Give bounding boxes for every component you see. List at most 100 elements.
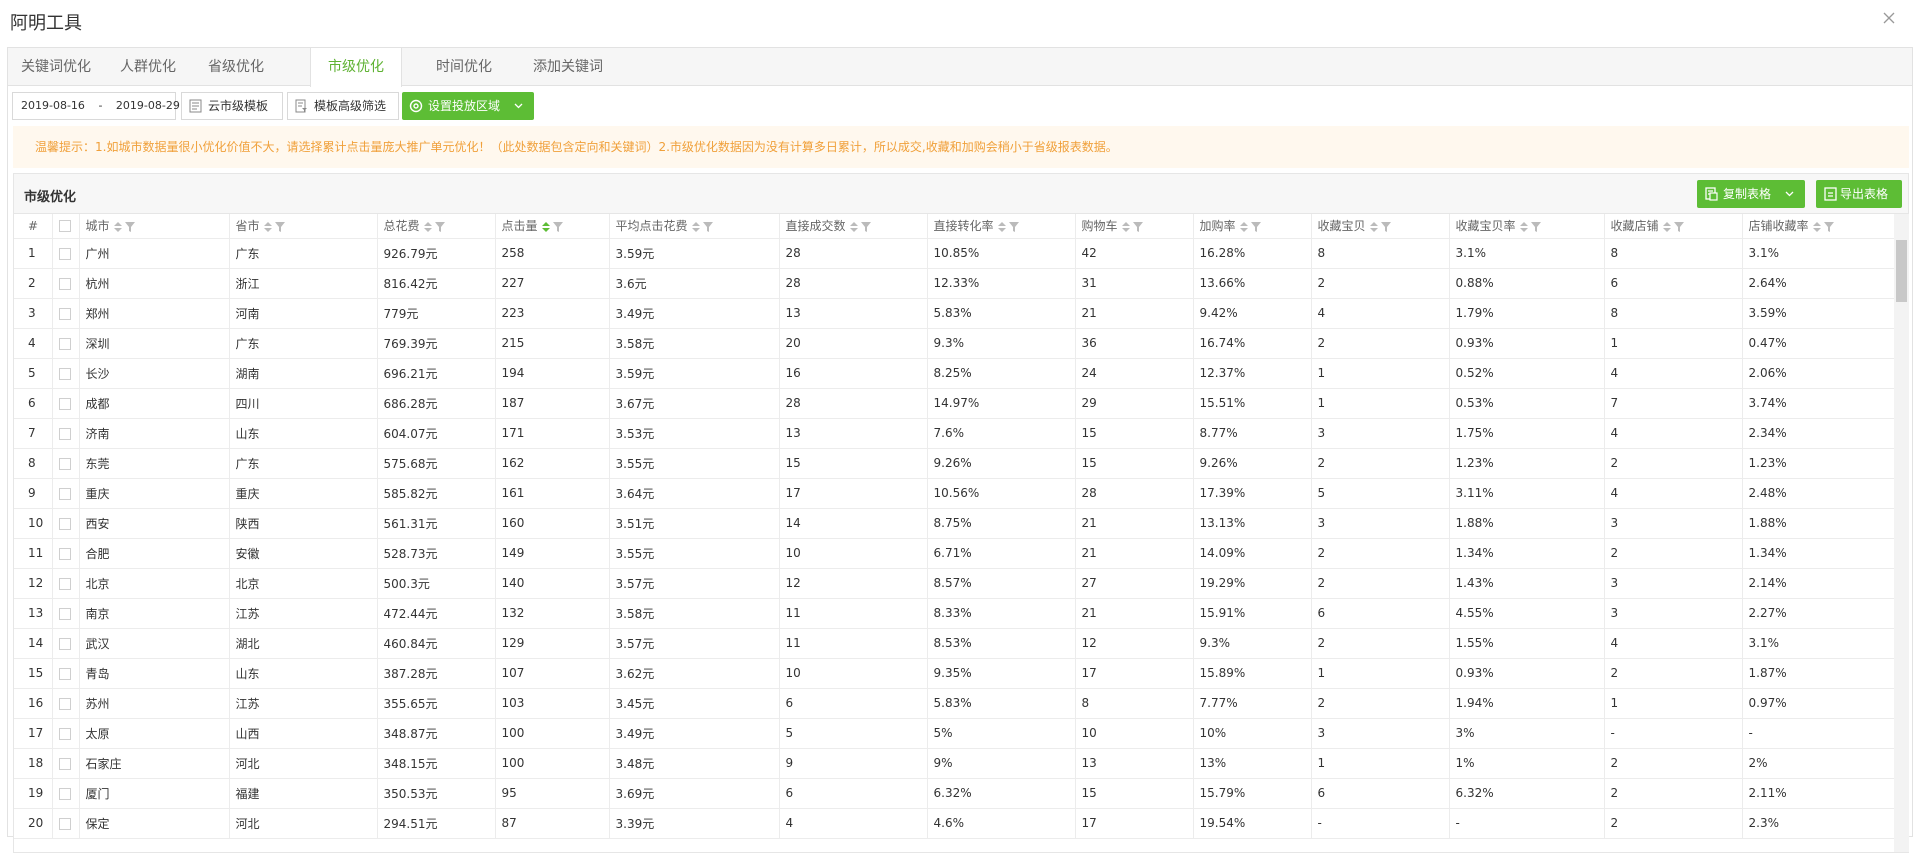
row-checkbox[interactable] [58,787,71,800]
table-row[interactable]: 6 成都 四川 686.28元 187 3.67元 28 14.97% 29 15.51% 1 0.5… [14,388,1895,419]
row-checkbox[interactable] [58,637,71,650]
table-row[interactable]: 8 东莞 广东 575.68元 162 3.55元 15 9.26% 15 9.26% 2 1.23%… [14,448,1895,479]
col-header-label[interactable]: 直接转化率 [934,219,994,233]
set-region-button[interactable]: 设置投放区域 [402,92,534,120]
table-row[interactable]: 15 青岛 山东 387.28元 107 3.62元 10 9.35% 17 15.89% 1 0.9… [14,658,1895,689]
table-row[interactable]: 10 西安 陕西 561.31元 160 3.51元 14 8.75% 21 13.13% 3 1.8… [14,508,1895,539]
sort-icon[interactable] [1519,221,1528,232]
advanced-filter-button[interactable]: 模板高级筛选 [287,92,399,120]
row-checkbox[interactable] [58,487,71,500]
row-checkbox[interactable] [58,307,71,320]
table-row[interactable]: 19 厦门 福建 350.53元 95 3.69元 6 6.32% 15 15.79% 6 6.32%… [14,778,1895,809]
tab-province-optimize[interactable]: 省级优化 [192,48,280,86]
table-row[interactable]: 20 保定 河北 294.51元 87 3.39元 4 4.6% 17 19.54% - -2 2.3% [14,808,1895,839]
col-header-label[interactable]: 平均点击花费 [616,219,688,233]
row-checkbox[interactable] [58,247,71,260]
row-checkbox[interactable] [58,667,71,680]
sort-icon[interactable] [1369,221,1378,232]
table-cell: 575.68元 [377,448,496,479]
tab-keyword-optimize[interactable]: 关键词优化 [8,48,104,86]
table-row[interactable]: 11 合肥 安徽 528.73元 149 3.55元 10 6.71% 21 14.09% 2 1.3… [14,538,1895,569]
col-header-label[interactable]: 总花费 [384,219,420,233]
row-select-cell [52,268,80,299]
select-all-checkbox[interactable] [58,220,71,233]
col-header-label[interactable]: 点击量 [502,219,538,233]
filter-icon[interactable] [1380,221,1391,232]
sort-icon[interactable] [1662,221,1671,232]
scrollbar-thumb[interactable] [1896,240,1907,302]
tab-add-keyword[interactable]: 添加关键词 [518,48,618,86]
sort-icon[interactable] [541,221,550,232]
table-row[interactable]: 9 重庆 重庆 585.82元 161 3.64元 17 10.56% 28 17.39% 5 3.1… [14,478,1895,509]
close-icon[interactable] [1881,10,1897,26]
date-range-picker[interactable]: 2019-08-16 - 2019-08-29 [12,92,180,120]
filter-icon[interactable] [702,221,713,232]
row-checkbox[interactable] [58,817,71,830]
filter-icon[interactable] [1008,221,1019,232]
sort-icon[interactable] [263,221,272,232]
sort-icon[interactable] [1812,221,1821,232]
filter-icon[interactable] [1530,221,1541,232]
row-checkbox[interactable] [58,517,71,530]
row-checkbox[interactable] [58,757,71,770]
row-checkbox[interactable] [58,427,71,440]
col-header-label[interactable]: 加购率 [1200,219,1236,233]
tab-time-optimize[interactable]: 时间优化 [424,48,504,86]
table-row[interactable]: 12 北京 北京 500.3元 140 3.57元 12 8.57% 27 19.29% 2 1.43… [14,568,1895,599]
table-row[interactable]: 4 深圳 广东 769.39元 215 3.58元 20 9.3% 36 16.74% 2 0.93%… [14,328,1895,359]
sort-icon[interactable] [997,221,1006,232]
vertical-scrollbar[interactable] [1894,214,1909,852]
export-table-button[interactable]: 导出表格 [1816,180,1902,208]
filter-icon[interactable] [552,221,563,232]
table-row[interactable]: 18 石家庄 河北 348.15元 100 3.48元 9 9% 13 13% 1 1% 2 2% [14,748,1895,779]
table-row[interactable]: 17 太原 山西 348.87元 100 3.49元 5 5% 10 10% 3 3% - - [14,718,1895,749]
row-checkbox[interactable] [58,697,71,710]
row-checkbox[interactable] [58,397,71,410]
row-checkbox[interactable] [58,457,71,470]
row-checkbox[interactable] [58,337,71,350]
row-select-cell [52,808,80,839]
filter-icon[interactable] [124,221,135,232]
col-header-label[interactable]: 购物车 [1082,219,1118,233]
col-header-label[interactable]: 收藏店铺 [1611,219,1659,233]
tab-audience-optimize[interactable]: 人群优化 [104,48,192,86]
filter-icon[interactable] [1250,221,1261,232]
tab-city-optimize[interactable]: 市级优化 [310,48,402,87]
row-checkbox[interactable] [58,367,71,380]
filter-icon[interactable] [274,221,285,232]
col-header-label[interactable]: 直接成交数 [786,219,846,233]
col-header-label[interactable]: 收藏宝贝率 [1456,219,1516,233]
col-header-label[interactable]: 省市 [236,219,260,233]
table-row[interactable]: 2 杭州 浙江 816.42元 227 3.6元 28 12.33% 31 13.66% 2 0.88… [14,268,1895,299]
filter-icon[interactable] [860,221,871,232]
sort-icon[interactable] [423,221,432,232]
filter-icon[interactable] [1823,221,1834,232]
sort-icon[interactable] [1121,221,1130,232]
col-header-label[interactable]: 收藏宝贝 [1318,219,1366,233]
table-row[interactable]: 14 武汉 湖北 460.84元 129 3.57元 11 8.53% 12 9.3% 2 1.55%… [14,628,1895,659]
table-row[interactable]: 1 广州 广东 926.79元 258 3.59元 28 10.85% 42 16.28% 8 3.1… [14,238,1895,269]
table-row[interactable]: 5 长沙 湖南 696.21元 194 3.59元 16 8.25% 24 12.37% 1 0.52… [14,358,1895,389]
sort-icon[interactable] [1239,221,1248,232]
row-checkbox[interactable] [58,547,71,560]
row-checkbox[interactable] [58,727,71,740]
sort-icon[interactable] [113,221,122,232]
table-row[interactable]: 16 苏州 江苏 355.65元 103 3.45元 6 5.83% 8 7.77% 2 1.94% 1… [14,688,1895,719]
col-header: 收藏宝贝率 [1449,214,1605,239]
cloud-template-button[interactable]: 云市级模板 [181,92,283,120]
table-row[interactable]: 13 南京 江苏 472.44元 132 3.58元 11 8.33% 21 15.91% 6 4.5… [14,598,1895,629]
sort-icon[interactable] [849,221,858,232]
filter-icon[interactable] [1673,221,1684,232]
copy-table-button[interactable]: 复制表格 [1697,180,1805,208]
table-cell: 陕西 [229,508,378,539]
row-checkbox[interactable] [58,607,71,620]
row-checkbox[interactable] [58,277,71,290]
col-header-label[interactable]: 城市 [86,219,110,233]
filter-icon[interactable] [1132,221,1143,232]
sort-icon[interactable] [691,221,700,232]
col-header-label[interactable]: 店铺收藏率 [1749,219,1809,233]
filter-icon[interactable] [434,221,445,232]
table-row[interactable]: 3 郑州 河南 779元 223 3.49元 13 5.83% 21 9.42% 4 1.79% 8 3.… [14,298,1895,329]
row-checkbox[interactable] [58,577,71,590]
table-row[interactable]: 7 济南 山东 604.07元 171 3.53元 13 7.6% 15 8.77% 3 1.75% 4… [14,418,1895,449]
